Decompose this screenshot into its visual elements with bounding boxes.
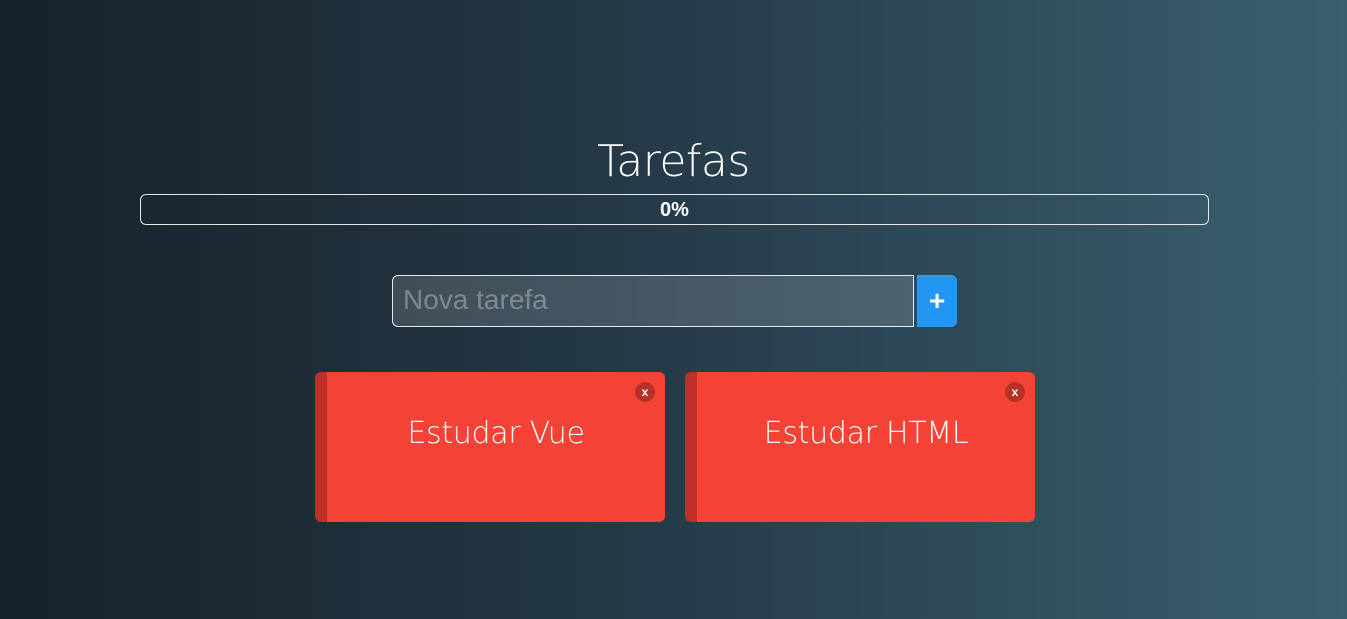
close-icon: x — [1011, 385, 1019, 399]
page-title: Tarefas — [597, 136, 750, 187]
delete-task-button[interactable]: x — [635, 382, 655, 402]
progress-label: 0% — [660, 199, 689, 221]
delete-task-button[interactable]: x — [1005, 382, 1025, 402]
plus-icon: + — [928, 285, 946, 316]
add-task-button[interactable]: + — [917, 275, 957, 327]
new-task-input[interactable] — [392, 275, 914, 327]
task-card[interactable]: Estudar Vue x — [315, 372, 665, 522]
task-label: Estudar Vue — [407, 416, 585, 451]
progress-bar: 0% — [140, 194, 1209, 225]
task-card[interactable]: Estudar HTML x — [685, 372, 1035, 522]
new-task-form: + — [392, 275, 957, 327]
close-icon: x — [641, 385, 649, 399]
task-label: Estudar HTML — [763, 416, 969, 451]
